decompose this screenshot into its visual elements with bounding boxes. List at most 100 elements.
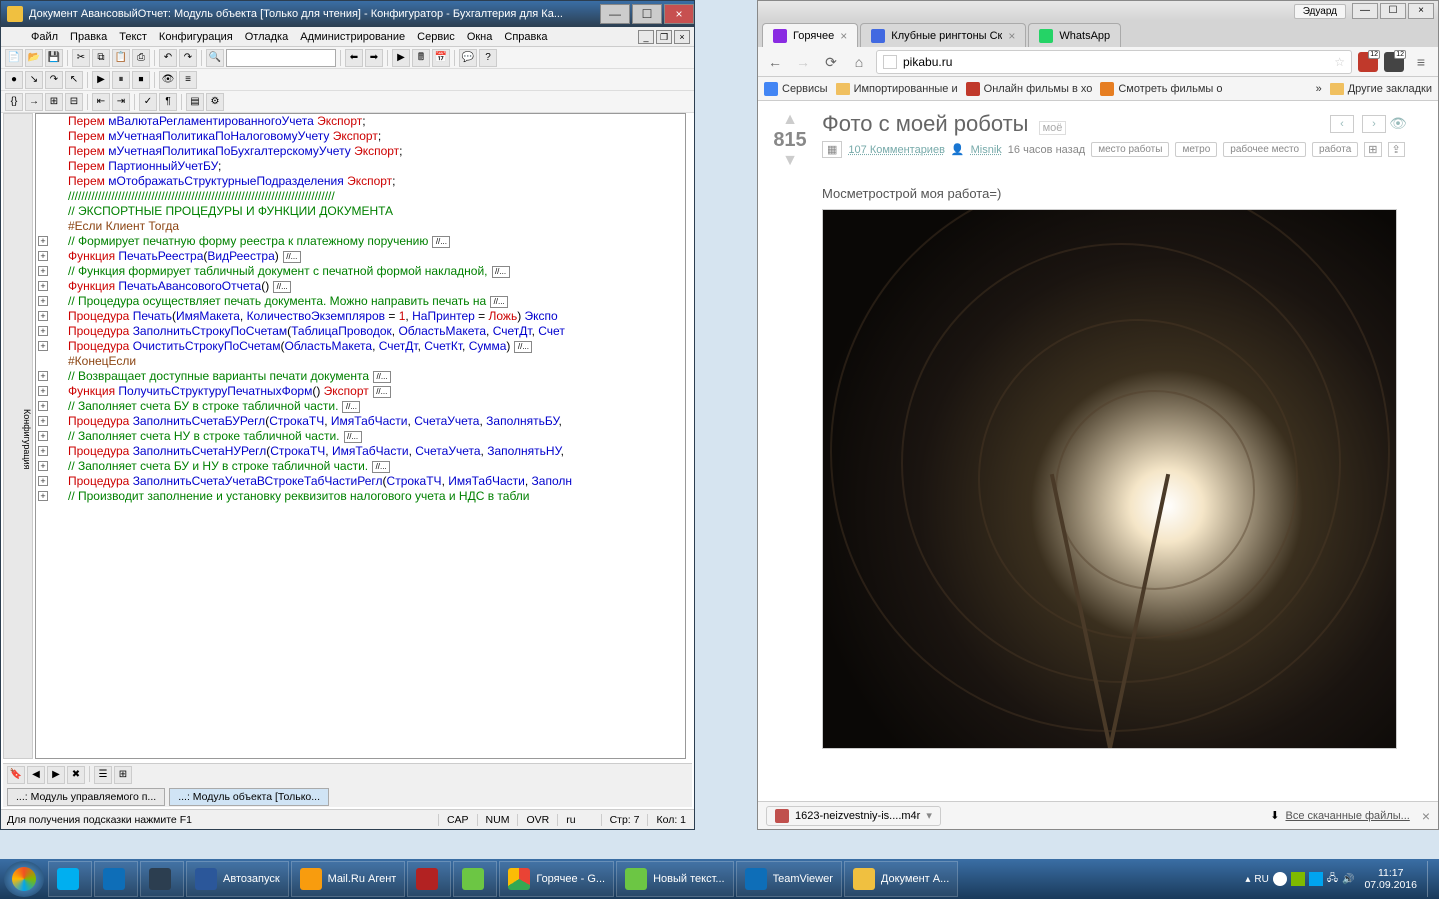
start-button[interactable] [4,861,44,897]
reload-button[interactable]: ⟳ [820,51,842,73]
code-line[interactable]: +Функция ПечатьАвансовогоОтчета()//... [36,279,685,294]
indent-icon[interactable]: ⇥ [112,93,130,111]
code-line[interactable]: +// Заполняет счета НУ в строке таблично… [36,429,685,444]
maximize-button[interactable]: ☐ [632,4,662,24]
menu-help[interactable]: Справка [498,29,553,45]
cal-icon[interactable]: 📅 [432,49,450,67]
menu-windows[interactable]: Окна [461,29,499,45]
close-button[interactable]: × [664,4,694,24]
view-mode-icon[interactable]: ▦ [822,141,842,158]
expand-icon[interactable]: + [38,431,48,441]
fwd-button[interactable]: → [792,51,814,73]
step-icon[interactable]: ↘ [25,71,43,89]
treeview-icon[interactable]: ⊞ [114,766,132,784]
code-line[interactable]: Перем ПартионныйУчетБУ; [36,159,685,174]
menu-config[interactable]: Конфигурация [153,29,239,45]
taskbar-item[interactable] [453,861,497,897]
taskbar-item[interactable] [407,861,451,897]
expand-icon[interactable]: + [38,401,48,411]
open-icon[interactable]: 📂 [25,49,43,67]
taskbar-item[interactable]: TeamViewer [736,861,842,897]
hide-post-icon[interactable]: 👁 [1386,115,1410,133]
expand-icon[interactable]: + [38,236,48,246]
browser-tab[interactable]: Клубные рингтоны Ск× [860,23,1026,47]
code-line[interactable]: +Процедура ОчиститьСтрокуПоСчетам(Област… [36,339,685,354]
bookmark-item[interactable]: Онлайн фильмы в хо [966,82,1093,96]
browser-tab[interactable]: Горячее× [762,23,858,47]
watch-icon[interactable]: 👁 [159,71,177,89]
fold-indicator[interactable]: //... [372,461,390,473]
clear-bm-icon[interactable]: ✖ [67,766,85,784]
tray-lang[interactable]: RU [1254,874,1268,885]
stack-icon[interactable]: ≡ [179,71,197,89]
menu-file[interactable]: Файл [25,29,64,45]
code-line[interactable]: +// Формирует печатную форму реестра к п… [36,234,685,249]
expand-icon[interactable]: + [38,476,48,486]
close-downloads[interactable]: × [1422,808,1430,824]
comment-icon[interactable]: 💬 [459,49,477,67]
code-line[interactable]: +// Функция формирует табличный документ… [36,264,685,279]
save-icon[interactable]: 💾 [45,49,63,67]
code-line[interactable]: +// Производит заполнение и установку ре… [36,489,685,504]
comments-link[interactable]: 107 Комментариев [848,144,945,156]
format-icon[interactable]: ¶ [159,93,177,111]
taskbar-item[interactable]: Документ А... [844,861,958,897]
tray-icon[interactable] [1309,872,1323,886]
fold-indicator[interactable]: //... [342,401,360,413]
code-line[interactable]: +// Возвращает доступные варианты печати… [36,369,685,384]
proc-list-icon[interactable]: {} [5,93,23,111]
stop-icon[interactable]: ⏹ [132,71,150,89]
tab-object-module[interactable]: ...: Модуль объекта [Только... [169,788,329,806]
chrome-min[interactable]: — [1352,3,1378,19]
go-icon[interactable]: ▶ [92,71,110,89]
expand-icon[interactable]: + [38,491,48,501]
save-icon[interactable]: ⊞ [1364,142,1381,157]
fwd-icon[interactable]: ➡ [365,49,383,67]
stepout-icon[interactable]: ↖ [65,71,83,89]
bookmark-item[interactable]: Сервисы [764,82,828,96]
volume-icon[interactable]: 🔊 [1342,874,1354,885]
upvote-icon[interactable]: ▲ [770,111,810,129]
code-line[interactable]: +Процедура ЗаполнитьСчетаУчетаВСтрокеТаб… [36,474,685,489]
back-icon[interactable]: ⬅ [345,49,363,67]
taskbar-item[interactable]: Горячее - G... [499,861,614,897]
outdent-icon[interactable]: ⇤ [92,93,110,111]
code-line[interactable]: Перем мОтображатьСтруктурныеПодразделени… [36,174,685,189]
help-icon[interactable]: ? [479,49,497,67]
code-line[interactable]: #Если Клиент Тогда [36,219,685,234]
omnibox[interactable]: pikabu.ru ☆ [876,50,1352,74]
code-line[interactable]: ////////////////////////////////////////… [36,189,685,204]
back-button[interactable]: ← [764,51,786,73]
post-image[interactable] [822,209,1397,749]
code-line[interactable]: Перем мВалютаРегламентированногоУчета Эк… [36,114,685,129]
collapse-icon[interactable]: ⊟ [65,93,83,111]
downvote-icon[interactable]: ▼ [770,152,810,170]
expand-icon[interactable]: + [38,281,48,291]
listview-icon[interactable]: ☰ [94,766,112,784]
share-icon[interactable]: ⇪ [1388,142,1405,157]
syntax-icon[interactable]: ✓ [139,93,157,111]
mdi-close[interactable]: × [674,30,690,44]
system-tray[interactable]: ▴ RU 🖧 🔊 11:17 07.09.2016 [1245,861,1439,897]
fold-indicator[interactable]: //... [273,281,291,293]
tray-icon[interactable] [1273,872,1287,886]
chrome-user[interactable]: Эдуард [1294,4,1346,19]
code-line[interactable]: #КонецЕсли [36,354,685,369]
author-link[interactable]: Misnik [971,144,1002,156]
expand-icon[interactable]: + [38,341,48,351]
expand-icon[interactable]: + [38,461,48,471]
find-icon[interactable]: 🔍 [206,49,224,67]
all-downloads-link[interactable]: Все скачанные файлы... [1285,810,1409,822]
tray-icon[interactable] [1291,872,1305,886]
expand-icon[interactable]: + [38,371,48,381]
code-line[interactable]: +Процедура ЗаполнитьСтрокуПоСчетам(Табли… [36,324,685,339]
menu-edit[interactable]: Правка [64,29,113,45]
adblock-icon[interactable]: 12 [1358,52,1378,72]
taskbar-item[interactable] [48,861,92,897]
fold-indicator[interactable]: //... [492,266,510,278]
next-post[interactable]: › [1362,115,1386,133]
code-line[interactable]: +Функция ПечатьРеестра(ВидРеестра)//... [36,249,685,264]
code-line[interactable]: +Процедура ЗаполнитьСчетаБУРегл(СтрокаТЧ… [36,414,685,429]
code-line[interactable]: // ЭКСПОРТНЫЕ ПРОЦЕДУРЫ И ФУНКЦИИ ДОКУМЕ… [36,204,685,219]
expand-icon[interactable]: + [38,386,48,396]
